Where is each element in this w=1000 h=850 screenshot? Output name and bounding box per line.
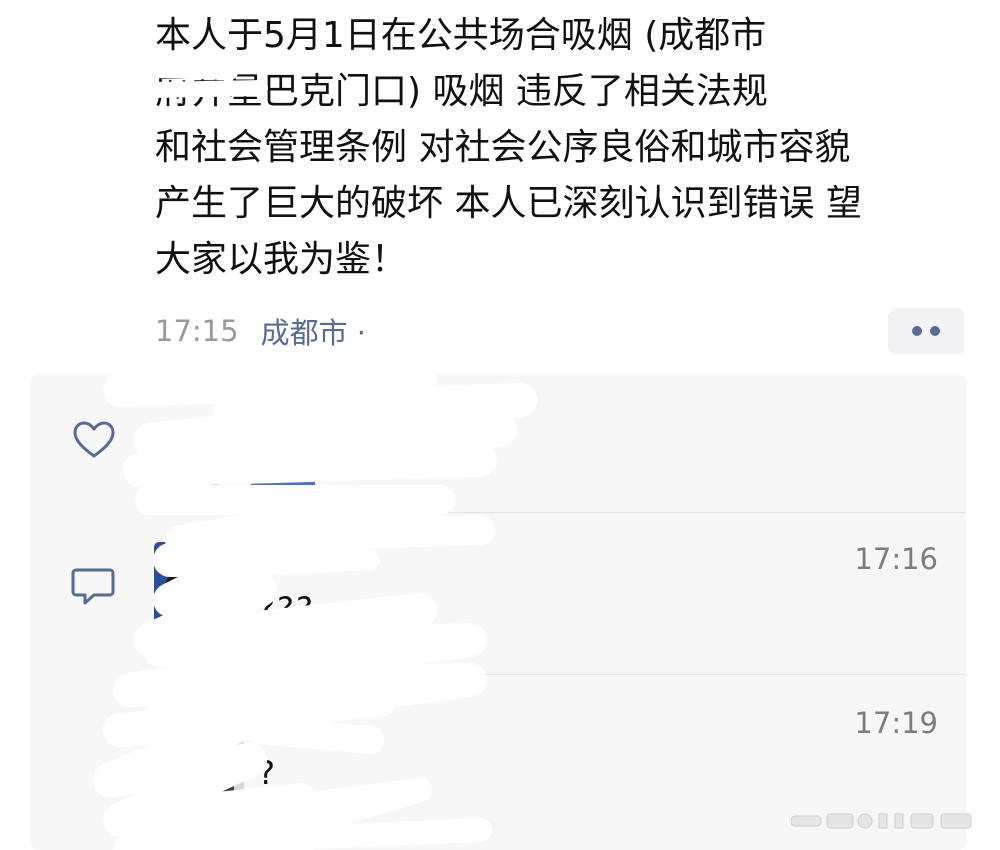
avatar[interactable] (251, 432, 315, 496)
avatar[interactable] (155, 434, 219, 498)
feedback-panel: 17:16 ??? 17:19 ? (30, 374, 966, 850)
more-dot-icon (912, 326, 922, 336)
comment-item[interactable]: 17:19 ? (154, 706, 966, 826)
comment-item[interactable]: 17:16 ??? (154, 542, 966, 662)
comment-time: 17:19 (854, 706, 938, 740)
post-meta: 17:15 成都市 · (155, 306, 366, 356)
more-actions-button[interactable] (888, 308, 964, 354)
avatar[interactable] (154, 542, 244, 632)
heart-outline-icon (73, 421, 115, 458)
post-body-text: 本人于5月1日在公共场合吸烟 (成都市 府井星巴克门口) 吸烟 违反了相关法规 … (155, 15, 862, 280)
avatar[interactable] (154, 706, 244, 796)
comment-text: ? (258, 754, 277, 792)
moments-post: 本人于5月1日在公共场合吸烟 (成都市 府井星巴克门口) 吸烟 违反了相关法规 … (0, 0, 1000, 850)
more-dot-icon (930, 326, 940, 336)
comment-time: 17:16 (854, 542, 938, 576)
post-time: 17:15 (155, 314, 239, 348)
divider (154, 674, 966, 675)
speech-bubble-icon (71, 568, 115, 605)
post-location-link[interactable]: 成都市 · (261, 310, 366, 352)
watermark (791, 813, 972, 829)
comment-text: ??? (258, 590, 315, 628)
like-list[interactable] (155, 402, 355, 498)
divider (154, 512, 966, 513)
